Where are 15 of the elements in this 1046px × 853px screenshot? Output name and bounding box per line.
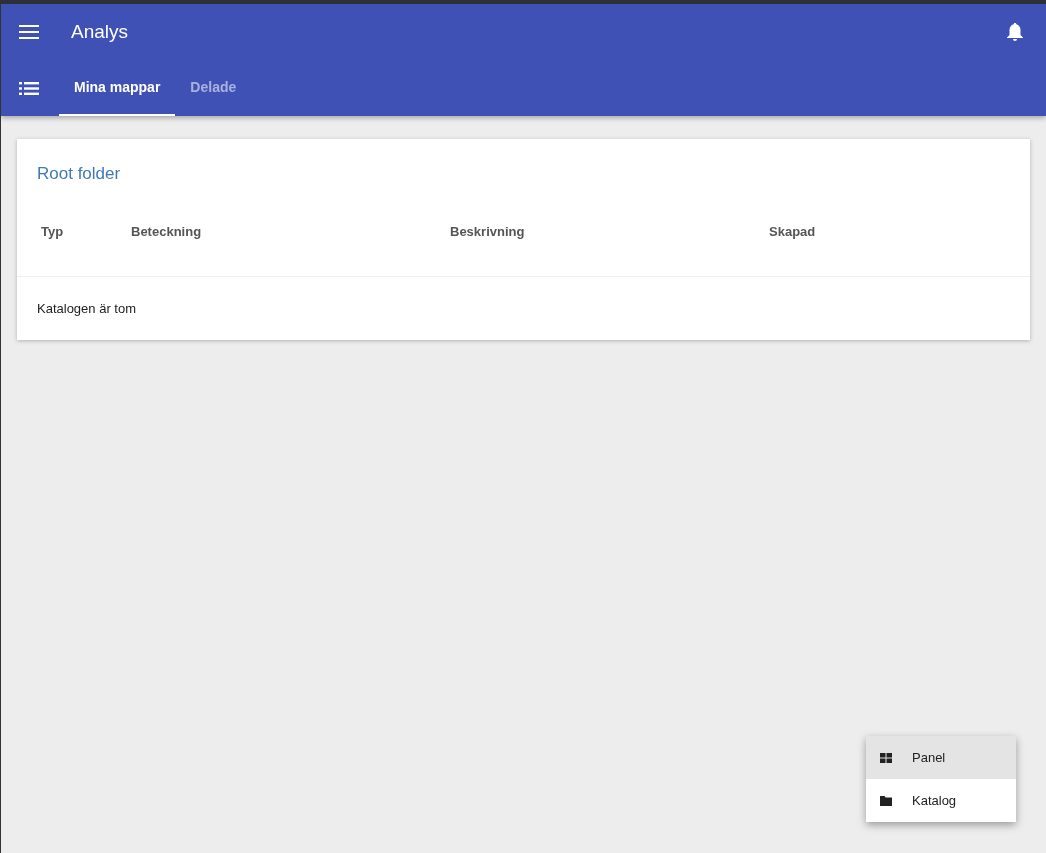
folder-icon bbox=[880, 795, 892, 806]
menu-icon[interactable] bbox=[19, 25, 39, 39]
grid-icon bbox=[880, 752, 892, 763]
menu-item[interactable]: Panel bbox=[866, 736, 1016, 779]
bell-icon[interactable] bbox=[1006, 22, 1024, 42]
column-header: Skapad bbox=[769, 224, 816, 239]
folder-title: Root folder bbox=[37, 164, 121, 183]
app-title: Analys bbox=[71, 19, 129, 44]
column-header: Beskrivning bbox=[450, 224, 525, 239]
empty-message: Katalogen är tom bbox=[37, 300, 136, 316]
tab[interactable]: Mina mappar bbox=[59, 60, 176, 116]
column-header: Beteckning bbox=[131, 224, 202, 239]
column-header: Typ bbox=[41, 224, 64, 239]
menu-item[interactable]: Katalog bbox=[866, 779, 1016, 822]
list-icon[interactable] bbox=[19, 81, 39, 95]
